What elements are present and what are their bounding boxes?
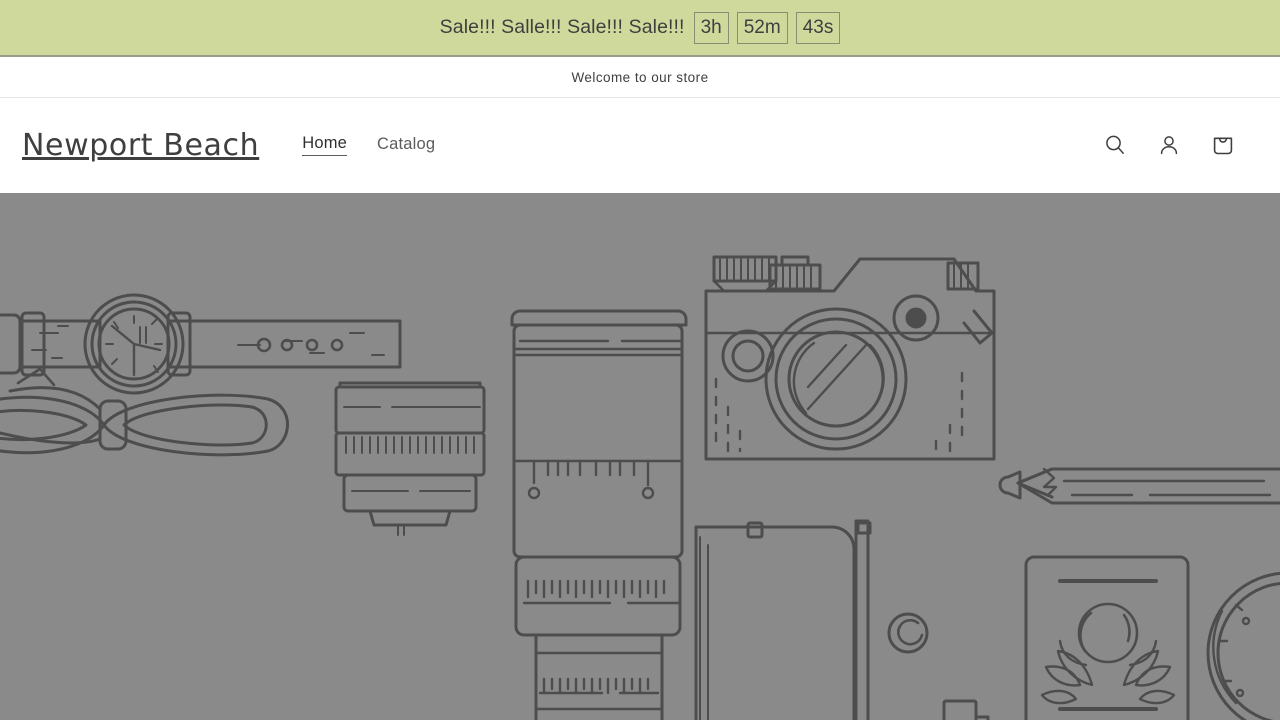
account-button[interactable] (1154, 130, 1184, 160)
nav-link-catalog[interactable]: Catalog (377, 135, 435, 156)
countdown-seconds: 43s (795, 11, 841, 44)
cart-button[interactable] (1208, 130, 1238, 160)
search-icon (1106, 135, 1124, 154)
announcement-text: Welcome to our store (571, 69, 709, 85)
cart-icon (1213, 137, 1233, 155)
search-button[interactable] (1100, 130, 1130, 160)
countdown-minutes: 52m (736, 11, 788, 44)
hero-banner (0, 193, 1280, 720)
countdown-timer: 3h 52m 43s (693, 11, 841, 44)
main-navigation: Home Catalog (302, 134, 435, 156)
store-logo[interactable]: Newport Beach (22, 128, 259, 163)
countdown-hours: 3h (693, 11, 729, 44)
account-icon (1160, 136, 1178, 155)
hero-illustration (0, 193, 1280, 720)
announcement-bar: Welcome to our store (0, 57, 1280, 98)
site-header: Newport Beach Home Catalog (0, 98, 1280, 192)
nav-link-home[interactable]: Home (302, 134, 348, 156)
storefront-page: Sale!!! Salle!!! Sale!!! Sale!!! 3h 52m … (0, 0, 1280, 720)
sale-countdown-bar: Sale!!! Salle!!! Sale!!! Sale!!! 3h 52m … (0, 0, 1280, 57)
header-actions (1100, 130, 1258, 160)
sale-message: Sale!!! Salle!!! Sale!!! Sale!!! (439, 16, 685, 38)
